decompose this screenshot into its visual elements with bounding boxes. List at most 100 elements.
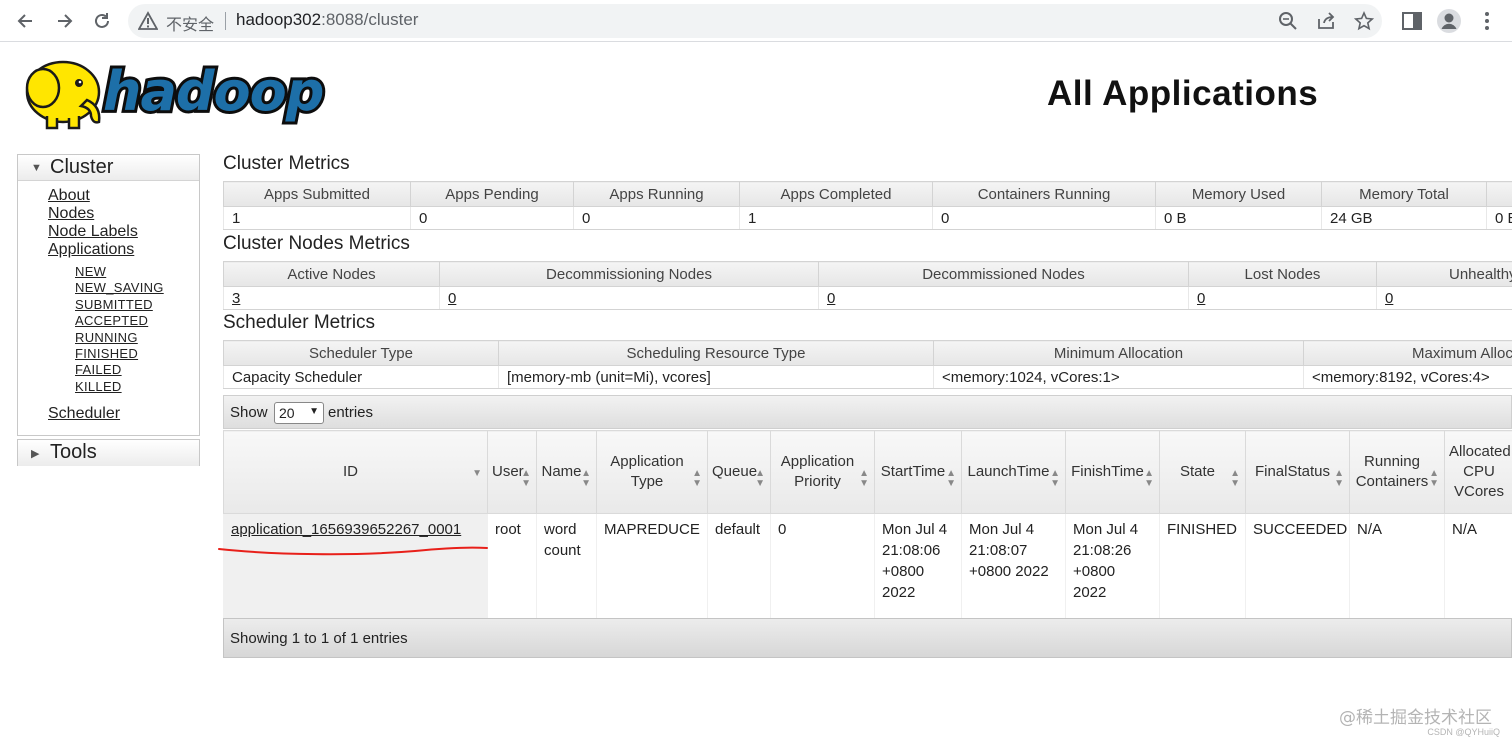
table-row: application_1656939652267_0001 root word… [223, 513, 1512, 619]
apps-table-footer: Showing 1 to 1 of 1 entries [223, 618, 1512, 658]
nav-node-labels-link[interactable]: Node Labels [48, 223, 138, 241]
col-apps-completed: Apps Completed [739, 181, 933, 207]
col-header-allocated-vcores[interactable]: Allocated CPU VCores [1444, 430, 1512, 514]
omnibox-separator [225, 12, 226, 30]
col-header-id[interactable]: ID ▼ [223, 430, 488, 514]
show-label: Show [230, 404, 268, 421]
col-header-application-type[interactable]: Application Type ▲ ▼ [596, 430, 708, 514]
nav-scheduler-link[interactable]: Scheduler [48, 405, 120, 423]
entries-summary: Showing 1 to 1 of 1 entries [230, 630, 408, 647]
url-text[interactable]: hadoop302:8088/cluster [236, 10, 418, 30]
profile-avatar-icon[interactable] [1435, 7, 1463, 35]
col-header-priority[interactable]: Application Priority ▲ ▼ [770, 430, 875, 514]
col-header-running-containers[interactable]: Running Containers ▲ ▼ [1349, 430, 1445, 514]
val-apps-running: 0 [573, 206, 740, 230]
col-header-type-label: Application Type [610, 453, 684, 490]
col-header-final-label: FinalStatus [1254, 463, 1331, 480]
sort-icon: ▲ ▼ [1230, 468, 1240, 489]
nav-state-accepted[interactable]: ACCEPTED [75, 313, 148, 328]
back-icon[interactable] [11, 6, 41, 36]
col-header-queue[interactable]: Queue ▲ ▼ [707, 430, 771, 514]
app-id-link[interactable]: application_1656939652267_0001 [231, 521, 461, 538]
col-header-state[interactable]: State ▲ ▼ [1159, 430, 1246, 514]
app-state: FINISHED [1159, 513, 1246, 619]
scheduler-metrics-table: Scheduler Type Scheduling Resource Type … [223, 340, 1512, 389]
col-header-final-status[interactable]: FinalStatus ▲ ▼ [1245, 430, 1350, 514]
side-panel-icon[interactable] [1398, 7, 1426, 35]
cluster-nav-box: ▼ Cluster About Nodes Node Labels Applic… [17, 154, 200, 436]
nav-state-failed[interactable]: FAILED [75, 362, 122, 377]
sort-icon: ▲ ▼ [1050, 468, 1060, 489]
nav-state-new-saving[interactable]: NEW_SAVING [75, 280, 164, 295]
forward-icon[interactable] [49, 6, 79, 36]
col-header-containers-label: Running Containers [1355, 453, 1429, 490]
col-header-state-label: State [1179, 463, 1216, 480]
hadoop-logo-text: hadoop [103, 60, 323, 123]
app-start-time: Mon Jul 4 21:08:06 +0800 2022 [874, 513, 962, 619]
val-memory-total: 24 GB [1321, 206, 1487, 230]
col-header-name-label: Name [541, 463, 582, 480]
app-id-cell: application_1656939652267_0001 [223, 513, 488, 619]
val-scheduling-resource-type: [memory-mb (unit=Mi), vcores] [498, 365, 934, 389]
nav-state-submitted[interactable]: SUBMITTED [75, 297, 153, 312]
col-header-start-time[interactable]: StartTime ▲ ▼ [874, 430, 962, 514]
val-decommissioned-nodes[interactable]: 0 [818, 286, 1189, 310]
nav-nodes-link[interactable]: Nodes [48, 205, 94, 223]
val-minimum-allocation: <memory:1024, vCores:1> [933, 365, 1304, 389]
address-bar[interactable]: 不安全 hadoop302:8088/cluster [128, 4, 1382, 38]
col-header-finish-time[interactable]: FinishTime ▲ ▼ [1065, 430, 1160, 514]
nav-state-killed[interactable]: KILLED [75, 379, 122, 394]
app-type: MAPREDUCE [596, 513, 708, 619]
col-header-queue-label: Queue [712, 463, 758, 480]
val-apps-completed: 1 [739, 206, 933, 230]
col-memory-used: Memory Used [1155, 181, 1322, 207]
col-header-priority-label: Application Priority [780, 453, 855, 490]
apps-table-toolbar: Show 20 ▼ entries [223, 395, 1512, 429]
nav-state-finished[interactable]: FINISHED [75, 346, 138, 361]
nav-about-link[interactable]: About [48, 187, 90, 205]
cluster-metrics-table: Apps Submitted Apps Pending Apps Running… [223, 181, 1512, 230]
nodes-metrics-table: Active Nodes Decommissioning Nodes Decom… [223, 261, 1512, 310]
warning-icon[interactable] [138, 11, 158, 31]
zoom-icon[interactable] [1278, 11, 1298, 31]
col-header-name[interactable]: Name ▲ ▼ [536, 430, 597, 514]
col-header-launch-time[interactable]: LaunchTime ▲ ▼ [961, 430, 1066, 514]
col-scheduling-resource-type: Scheduling Resource Type [498, 340, 934, 366]
val-lost-nodes[interactable]: 0 [1188, 286, 1377, 310]
col-header-finish-label: FinishTime [1071, 463, 1144, 480]
val-active-nodes[interactable]: 3 [223, 286, 440, 310]
red-underline-annotation [218, 546, 488, 556]
nav-applications-link[interactable]: Applications [48, 241, 134, 259]
app-user: root [487, 513, 537, 619]
hadoop-logo[interactable]: hadoop [17, 50, 337, 132]
watermark-text: @稀土掘金技术社区 [1339, 708, 1492, 728]
col-header-user[interactable]: User ▲ ▼ [487, 430, 537, 514]
val-cut-off: 0 B [1486, 206, 1512, 230]
app-final-status: SUCCEEDED [1245, 513, 1350, 619]
nav-state-new[interactable]: NEW [75, 264, 106, 279]
app-queue: default [707, 513, 771, 619]
sort-icon: ▲ ▼ [1144, 468, 1154, 489]
bookmark-star-icon[interactable] [1354, 11, 1374, 31]
col-decommissioned-nodes: Decommissioned Nodes [818, 261, 1189, 287]
val-maximum-allocation: <memory:8192, vCores:4> [1303, 365, 1512, 389]
reload-icon[interactable] [87, 6, 117, 36]
scheduler-metrics-title: Scheduler Metrics [223, 312, 376, 333]
val-apps-submitted: 1 [223, 206, 411, 230]
cluster-header-label: Cluster [50, 156, 114, 178]
col-maximum-allocation: Maximum Allocation [1303, 340, 1512, 366]
tools-nav-box: ▶ Tools [17, 439, 200, 466]
kebab-menu-icon[interactable] [1473, 7, 1501, 35]
col-header-launch-label: LaunchTime [967, 463, 1050, 480]
page-size-select[interactable]: 20 ▼ [274, 402, 324, 424]
sort-icon: ▲ ▼ [1429, 468, 1439, 489]
share-icon[interactable] [1316, 11, 1336, 31]
cluster-section-header[interactable]: ▼ Cluster [18, 155, 199, 181]
val-unhealthy-nodes[interactable]: 0 [1376, 286, 1512, 310]
sort-icon: ▲ ▼ [755, 468, 765, 489]
browser-toolbar: 不安全 hadoop302:8088/cluster [0, 0, 1512, 42]
tools-section-header[interactable]: ▶ Tools [18, 440, 199, 466]
val-decommissioning-nodes[interactable]: 0 [439, 286, 819, 310]
col-containers-running: Containers Running [932, 181, 1156, 207]
nav-state-running[interactable]: RUNNING [75, 330, 138, 345]
